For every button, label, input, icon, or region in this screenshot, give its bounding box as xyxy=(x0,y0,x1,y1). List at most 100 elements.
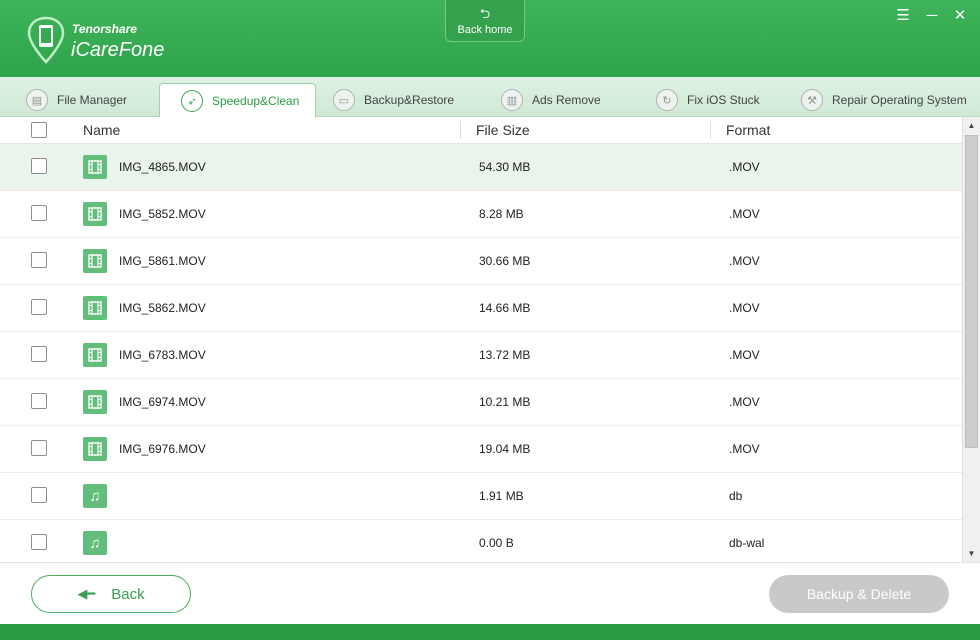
backup-icon: ▭ xyxy=(333,89,355,111)
file-size: 1.91 MB xyxy=(479,489,524,503)
column-name[interactable]: Name xyxy=(83,122,120,138)
close-icon[interactable]: ✕ xyxy=(952,8,968,24)
table-header: Name File Size Format xyxy=(0,117,962,144)
row-checkbox[interactable] xyxy=(31,393,47,409)
table-row[interactable]: IMG_5852.MOV 8.28 MB .MOV xyxy=(0,191,962,238)
tab-repair-operating-system[interactable]: ⚒ Repair Operating System xyxy=(801,83,967,117)
table-row[interactable]: IMG_4865.MOV 54.30 MB .MOV xyxy=(0,144,962,191)
vendor-name: Tenorshare xyxy=(72,22,137,36)
table-row[interactable]: IMG_5862.MOV 14.66 MB .MOV xyxy=(0,285,962,332)
back-button-label: Back xyxy=(111,585,145,603)
backup-delete-button[interactable]: Backup & Delete xyxy=(769,575,949,613)
tab-label: File Manager xyxy=(57,93,128,107)
file-name: IMG_5861.MOV xyxy=(119,254,206,268)
backup-delete-label: Backup & Delete xyxy=(806,586,912,602)
select-all-checkbox[interactable] xyxy=(31,122,47,138)
file-format: .MOV xyxy=(729,442,760,456)
video-icon xyxy=(83,437,107,461)
trash-icon: ▥ xyxy=(501,89,523,111)
icarefone-logo-icon xyxy=(27,16,65,64)
table-row[interactable]: IMG_6974.MOV 10.21 MB .MOV xyxy=(0,379,962,426)
row-checkbox[interactable] xyxy=(31,534,47,550)
row-checkbox[interactable] xyxy=(31,158,47,174)
feature-tabs: ▤ File Manager ➶ Speedup&Clean ▭ Backup&… xyxy=(0,77,980,118)
music-note-icon: ♫ xyxy=(83,531,107,555)
row-checkbox[interactable] xyxy=(31,252,47,268)
file-name: IMG_6976.MOV xyxy=(119,442,206,456)
file-name: IMG_5852.MOV xyxy=(119,207,206,221)
table-row[interactable]: IMG_6976.MOV 19.04 MB .MOV xyxy=(0,426,962,473)
file-size: 30.66 MB xyxy=(479,254,531,268)
file-format: .MOV xyxy=(729,160,760,174)
arrow-left-icon: ◀━ xyxy=(77,586,96,601)
file-list: IMG_4865.MOV 54.30 MB .MOV IMG_5852.MOV … xyxy=(0,144,962,562)
tab-backup-restore[interactable]: ▭ Backup&Restore xyxy=(333,83,454,117)
file-name: IMG_4865.MOV xyxy=(119,160,206,174)
file-format: .MOV xyxy=(729,207,760,221)
rocket-icon: ➶ xyxy=(181,90,203,112)
back-home-button[interactable]: ⮌ Back home xyxy=(445,0,525,42)
tab-fix-ios-stuck[interactable]: ↻ Fix iOS Stuck xyxy=(656,83,760,117)
file-size: 54.30 MB xyxy=(479,160,531,174)
back-button[interactable]: ◀━ Back xyxy=(31,575,191,613)
video-icon xyxy=(83,155,107,179)
tab-label: Speedup&Clean xyxy=(212,94,300,108)
video-icon xyxy=(83,343,107,367)
file-size: 14.66 MB xyxy=(479,301,531,315)
video-icon xyxy=(83,249,107,273)
tab-speedup-clean[interactable]: ➶ Speedup&Clean xyxy=(159,83,316,118)
row-checkbox[interactable] xyxy=(31,440,47,456)
back-home-label: Back home xyxy=(457,24,513,36)
file-name: IMG_6974.MOV xyxy=(119,395,206,409)
file-size: 0.00 B xyxy=(479,536,514,550)
scroll-down-arrow-icon[interactable]: ▼ xyxy=(963,545,980,562)
scrollbar-thumb[interactable] xyxy=(965,135,978,448)
file-size: 10.21 MB xyxy=(479,395,531,409)
refresh-icon: ↻ xyxy=(656,89,678,111)
tab-label: Fix iOS Stuck xyxy=(687,93,760,107)
file-size: 19.04 MB xyxy=(479,442,531,456)
wrench-icon: ⚒ xyxy=(801,89,823,111)
video-icon xyxy=(83,296,107,320)
bottom-status-strip xyxy=(0,624,980,640)
column-file-size[interactable]: File Size xyxy=(476,122,530,138)
row-checkbox[interactable] xyxy=(31,346,47,362)
file-format: .MOV xyxy=(729,254,760,268)
table-row[interactable]: IMG_6783.MOV 13.72 MB .MOV xyxy=(0,332,962,379)
app-name: iCareFone xyxy=(71,39,165,61)
file-name: IMG_6783.MOV xyxy=(119,348,206,362)
file-size: 13.72 MB xyxy=(479,348,531,362)
table-row[interactable]: ♫ 1.91 MB db xyxy=(0,473,962,520)
footer-bar: ◀━ Back Backup & Delete xyxy=(0,562,980,624)
file-manager-icon: ▤ xyxy=(26,89,48,111)
home-arrow-icon: ⮌ xyxy=(479,6,491,21)
video-icon xyxy=(83,390,107,414)
tab-label: Ads Remove xyxy=(532,93,601,107)
menu-icon[interactable]: ☰ xyxy=(895,8,911,24)
file-format: db xyxy=(729,489,743,503)
table-row[interactable]: ♫ 0.00 B db-wal xyxy=(0,520,962,562)
vertical-scrollbar[interactable]: ▲ ▼ xyxy=(962,117,980,562)
file-format: db-wal xyxy=(729,536,765,550)
column-divider xyxy=(460,121,461,139)
app-header: Tenorshare iCareFone ⮌ Back home ☰ ─ ✕ xyxy=(0,0,980,77)
file-format: .MOV xyxy=(729,395,760,409)
row-checkbox[interactable] xyxy=(31,487,47,503)
table-row[interactable]: IMG_5861.MOV 30.66 MB .MOV xyxy=(0,238,962,285)
music-note-icon: ♫ xyxy=(83,484,107,508)
tab-label: Repair Operating System xyxy=(832,93,967,107)
scroll-up-arrow-icon[interactable]: ▲ xyxy=(963,117,980,134)
row-checkbox[interactable] xyxy=(31,205,47,221)
minimize-icon[interactable]: ─ xyxy=(924,8,940,24)
video-icon xyxy=(83,202,107,226)
tab-file-manager[interactable]: ▤ File Manager xyxy=(26,83,127,117)
file-format: .MOV xyxy=(729,301,760,315)
tab-ads-remove[interactable]: ▥ Ads Remove xyxy=(501,83,601,117)
column-divider xyxy=(710,121,711,139)
column-format[interactable]: Format xyxy=(726,122,770,138)
tab-label: Backup&Restore xyxy=(364,93,455,107)
file-size: 8.28 MB xyxy=(479,207,524,221)
file-format: .MOV xyxy=(729,348,760,362)
file-name: IMG_5862.MOV xyxy=(119,301,206,315)
row-checkbox[interactable] xyxy=(31,299,47,315)
